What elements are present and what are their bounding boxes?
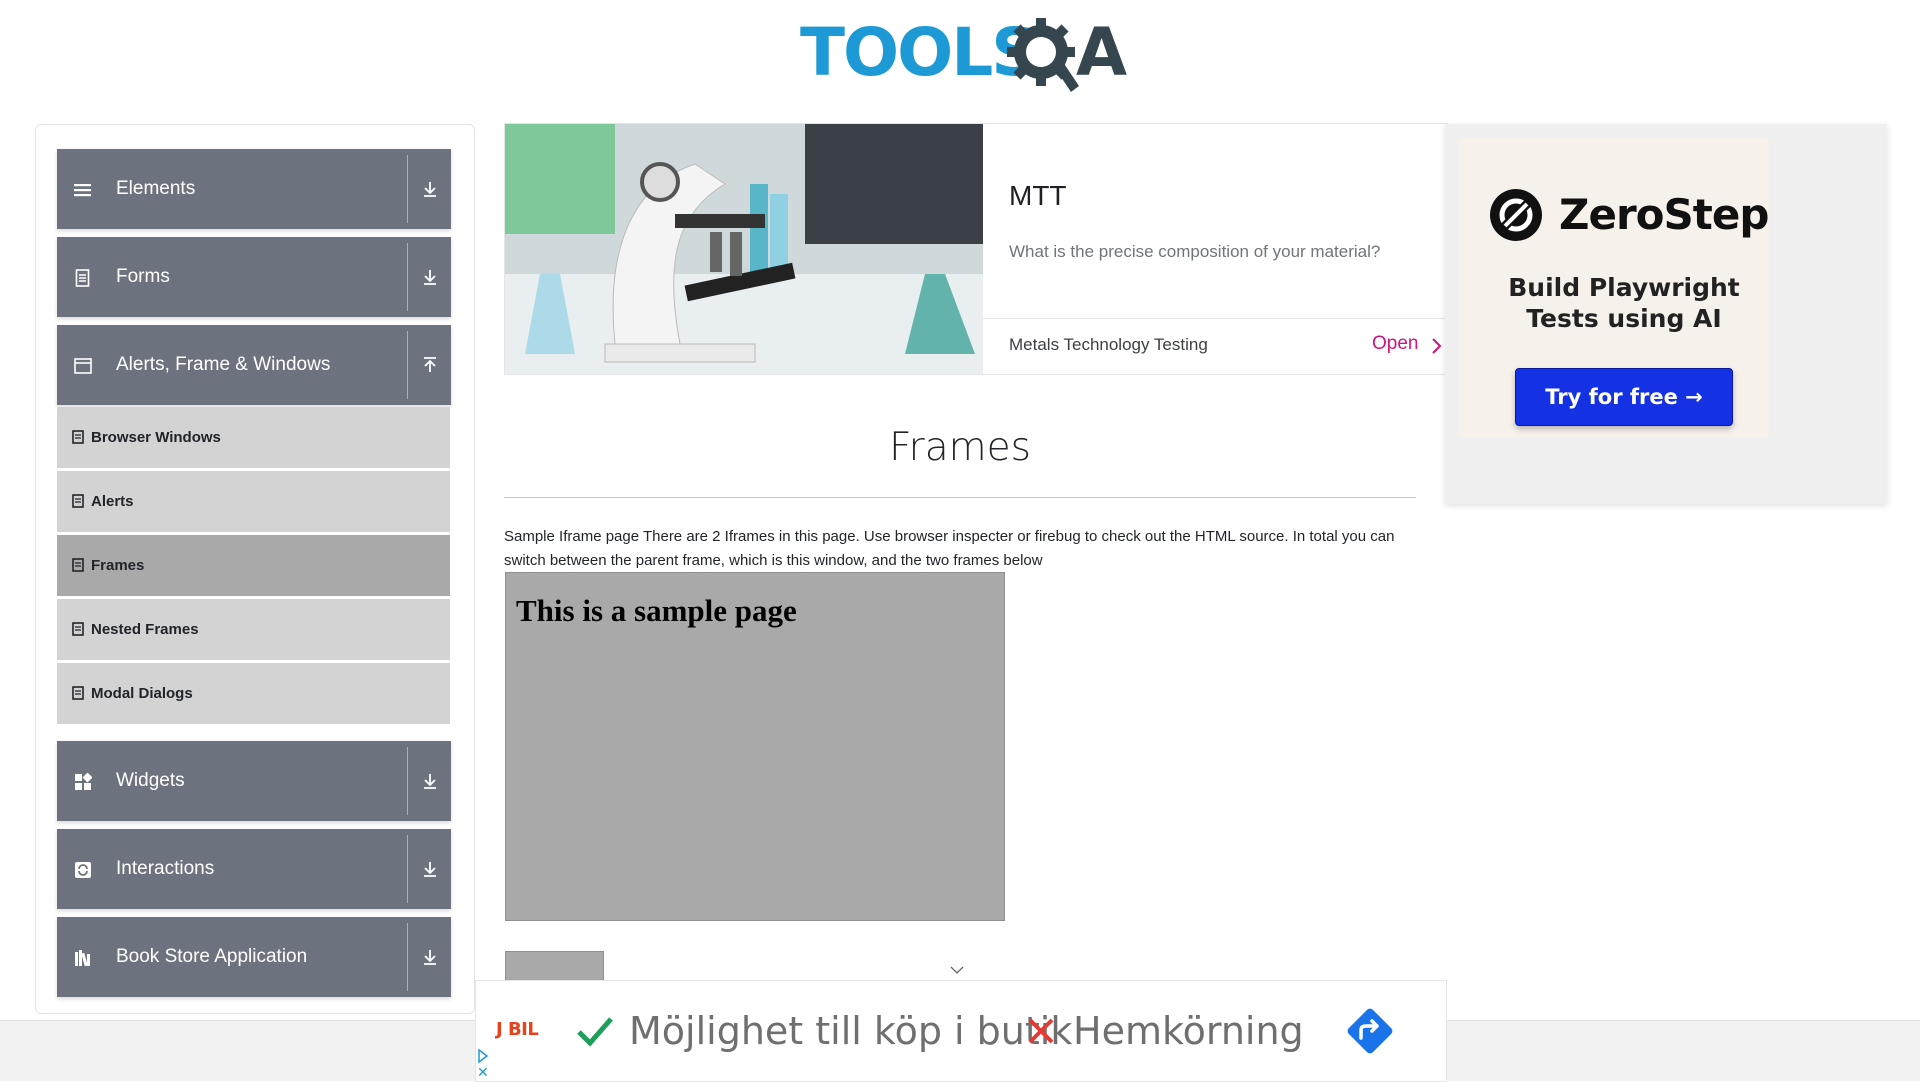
- sidebar-group-label: Elements: [116, 178, 196, 199]
- chevron-right-icon[interactable]: [1430, 337, 1442, 355]
- divider: [407, 835, 408, 903]
- sidebar-group-alerts-frame-windows[interactable]: Alerts, Frame & Windows: [57, 325, 451, 405]
- sidebar-item-nested-frames[interactable]: Nested Frames: [57, 599, 450, 660]
- zerostep-logo-icon: [1490, 189, 1542, 241]
- sidebar-group-elements[interactable]: Elements: [57, 149, 451, 229]
- widgets-icon: [75, 773, 92, 790]
- sidebar-group-label: Widgets: [116, 770, 185, 791]
- ad-banner-right[interactable]: ZeroStep Build Playwright Tests using AI…: [1445, 124, 1887, 504]
- sidebar-item-label: Frames: [91, 557, 145, 574]
- sidebar-item-alerts[interactable]: Alerts: [57, 471, 450, 532]
- ad-banner-top[interactable]: MTT What is the precise composition of y…: [504, 123, 1448, 375]
- ad-open-link[interactable]: Open: [1372, 333, 1418, 355]
- sidebar-item-modal-dialogs[interactable]: Modal Dialogs: [57, 663, 450, 724]
- sidebar-item-label: Browser Windows: [91, 429, 221, 446]
- list-icon: [74, 184, 91, 197]
- form-icon: [75, 269, 90, 287]
- books-icon: [75, 950, 90, 967]
- item-icon: [72, 686, 84, 700]
- item-icon: [72, 430, 84, 444]
- close-ad-icon[interactable]: ✕: [477, 1065, 489, 1079]
- intro-text: Sample Iframe page There are 2 Iframes i…: [504, 528, 1395, 569]
- expand-down-icon[interactable]: [420, 771, 440, 791]
- directions-icon[interactable]: [1344, 1005, 1396, 1057]
- sidebar-group-label: Alerts, Frame & Windows: [116, 354, 331, 375]
- iframe-frame1[interactable]: This is a sample page: [505, 572, 1005, 921]
- sidebar-group-book-store[interactable]: Book Store Application: [57, 917, 451, 997]
- sidebar-group-label: Interactions: [116, 858, 215, 879]
- ad-tagline-line2: Tests using AI: [1526, 304, 1722, 333]
- chevron-down-icon[interactable]: [950, 965, 964, 975]
- divider: [983, 318, 1447, 319]
- ad-image-lab-microscope[interactable]: [505, 124, 983, 374]
- divider: [407, 747, 408, 815]
- item-icon: [72, 558, 84, 572]
- sidebar-group-widgets[interactable]: Widgets: [57, 741, 451, 821]
- item-icon: [72, 622, 84, 636]
- collapse-up-icon[interactable]: [420, 355, 440, 375]
- zerostep-ad-card[interactable]: ZeroStep Build Playwright Tests using AI…: [1459, 138, 1769, 438]
- page-title: Frames: [889, 425, 1031, 470]
- check-icon: [577, 1017, 613, 1047]
- sidebar-item-label: Alerts: [91, 493, 134, 510]
- try-for-free-button[interactable]: Try for free →: [1515, 368, 1733, 426]
- sidebar-group-label: Forms: [116, 266, 170, 287]
- ad-description: What is the precise composition of your …: [1009, 242, 1381, 261]
- microscope-illustration: [505, 124, 983, 374]
- sidebar-item-browser-windows[interactable]: Browser Windows: [57, 407, 450, 468]
- sidebar-item-label: Modal Dialogs: [91, 685, 193, 702]
- ad-brand: Metals Technology Testing: [1009, 335, 1208, 354]
- sidebar-group-interactions[interactable]: Interactions: [57, 829, 451, 909]
- divider: [407, 331, 408, 399]
- sidebar-group-forms[interactable]: Forms: [57, 237, 451, 317]
- logo-a-text: A: [1076, 14, 1128, 91]
- sidebar: Elements Forms Alerts, Frame & Windows B…: [35, 124, 475, 1014]
- divider: [407, 155, 408, 223]
- cross-icon: [1028, 1018, 1054, 1044]
- iframe-frame2[interactable]: [505, 951, 604, 982]
- logo-tools-text: TOOLS: [800, 14, 1039, 91]
- sidebar-item-frames[interactable]: Frames: [57, 535, 450, 596]
- ad-feature-text: Hemkörning: [1073, 1009, 1304, 1053]
- zerostep-brand: ZeroStep: [1559, 190, 1769, 239]
- frame-heading: This is a sample page: [516, 593, 797, 628]
- divider: [504, 497, 1416, 498]
- expand-down-icon[interactable]: [420, 267, 440, 287]
- sidebar-group-label: Book Store Application: [116, 946, 308, 967]
- expand-down-icon[interactable]: [420, 947, 440, 967]
- ad-tagline-line1: Build Playwright: [1508, 273, 1740, 302]
- toolsqa-logo[interactable]: TOOLS A: [800, 14, 1130, 94]
- interactions-icon: [75, 862, 91, 878]
- expand-down-icon[interactable]: [420, 179, 440, 199]
- ad-title[interactable]: MTT: [1009, 180, 1067, 212]
- ad-banner-bottom[interactable]: J BIL Möjlighet till köp i butik Hemkörn…: [475, 980, 1447, 1082]
- window-icon: [74, 358, 92, 374]
- sidebar-item-label: Nested Frames: [91, 621, 199, 638]
- adchoices-icon[interactable]: [477, 1049, 489, 1063]
- divider: [407, 243, 408, 311]
- item-icon: [72, 494, 84, 508]
- expand-down-icon[interactable]: [420, 859, 440, 879]
- ad-feature-text: Möjlighet till köp i butik: [629, 1009, 1073, 1053]
- divider: [407, 923, 408, 991]
- ad-brand-logo: J BIL: [496, 1019, 539, 1040]
- gear-q-icon: [1007, 18, 1079, 92]
